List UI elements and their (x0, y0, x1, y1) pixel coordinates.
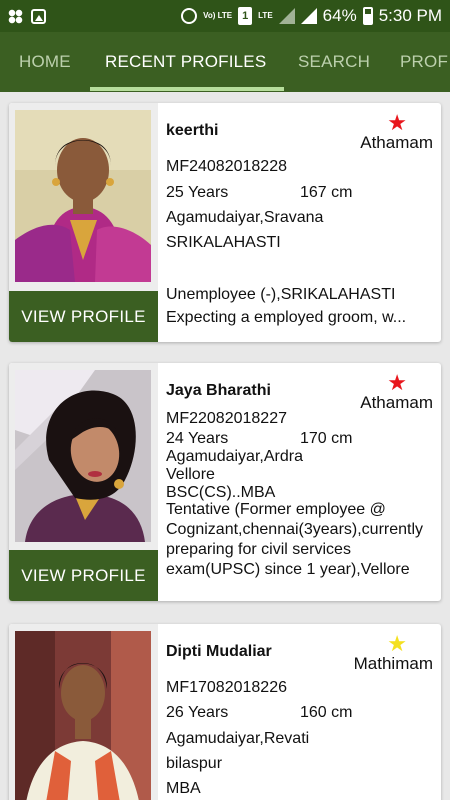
volte-indicator: Vo) LTE (203, 11, 233, 20)
profile-occupation: Unemployee (-),SRIKALAHASTI (166, 286, 396, 303)
battery-percent: 64% (322, 6, 357, 25)
profile-id: MF17082018226 (166, 679, 287, 696)
profile-photo[interactable] (15, 110, 151, 282)
profile-info: keerthi ★ Athamam MF24082018228 25 Years… (166, 103, 441, 342)
profile-id: MF22082018227 (166, 410, 287, 427)
profile-age: 26 Years (166, 704, 229, 721)
tab-profile[interactable]: PROF (400, 32, 448, 92)
profile-name: keerthi (166, 122, 219, 139)
profile-list[interactable]: VIEW PROFILE keerthi ★ Athamam MF2408201… (0, 92, 450, 800)
battery-icon (362, 7, 373, 25)
star-icon: ★ (387, 631, 407, 656)
profile-occupation: Tentative (Former employee @ Cognizant,c… (166, 501, 424, 578)
star-icon: ★ (387, 110, 407, 135)
gallery-notification-icon (31, 8, 46, 24)
profile-card[interactable]: VIEW PROFILE keerthi ★ Athamam MF2408201… (9, 103, 441, 342)
profile-age: 24 Years (166, 430, 229, 447)
profile-height: 160 cm (300, 704, 353, 721)
profile-name: Dipti Mudaliar (166, 643, 272, 660)
profile-education: MBA (166, 780, 201, 797)
profile-location: bilaspur (166, 755, 223, 772)
alarm-icon (181, 8, 198, 24)
profile-photo[interactable] (15, 631, 151, 800)
profile-card[interactable]: VIEW PROFILE Jaya Bharathi ★ Athamam MF2… (9, 363, 441, 601)
profile-caste: Agamudaiyar,Revati (166, 730, 310, 747)
profile-star: Mathimam (353, 654, 433, 673)
profile-star: Athamam (360, 393, 433, 412)
profile-star: Athamam (360, 133, 433, 152)
photo-column: VIEW PROFILE (9, 363, 158, 601)
lte-indicator: LTE (258, 11, 273, 20)
profile-card[interactable]: Dipti Mudaliar ★ Mathimam MF17082018226 … (9, 624, 441, 800)
tab-home[interactable]: HOME (19, 32, 71, 92)
photo-column (9, 624, 158, 800)
profile-photo[interactable] (15, 370, 151, 542)
profile-info: Dipti Mudaliar ★ Mathimam MF17082018226 … (166, 624, 441, 800)
profile-id: MF24082018228 (166, 158, 287, 175)
profile-age: 25 Years (166, 184, 229, 201)
tab-recent-profiles[interactable]: RECENT PROFILES (105, 32, 266, 92)
profile-location: SRIKALAHASTI (166, 234, 281, 251)
tab-search[interactable]: SEARCH (298, 32, 370, 92)
photo-column: VIEW PROFILE (9, 103, 158, 342)
sim-icon: 1 (238, 7, 253, 25)
profile-info: Jaya Bharathi ★ Athamam MF22082018227 24… (166, 363, 441, 601)
star-icon: ★ (387, 370, 407, 395)
tab-bar: HOME RECENT PROFILES SEARCH PROF (0, 32, 450, 92)
profile-caste: Agamudaiyar,Ardra (166, 448, 303, 465)
status-bar: Vo) LTE 1 LTE 64% 5:30 PM (0, 0, 450, 32)
profile-location: Vellore (166, 466, 215, 483)
signal-sim2-icon (300, 8, 317, 24)
active-tab-indicator (90, 87, 284, 91)
view-profile-button[interactable]: VIEW PROFILE (9, 291, 158, 342)
apps-grid-icon (8, 8, 23, 24)
profile-height: 167 cm (300, 184, 353, 201)
profile-expectation: Expecting a employed groom, w... (166, 309, 407, 326)
profile-height: 170 cm (300, 430, 353, 447)
view-profile-button[interactable]: VIEW PROFILE (9, 550, 158, 601)
signal-sim1-icon (278, 8, 295, 24)
profile-caste: Agamudaiyar,Sravana (166, 209, 324, 226)
clock: 5:30 PM (378, 6, 442, 25)
profile-name: Jaya Bharathi (166, 382, 271, 399)
